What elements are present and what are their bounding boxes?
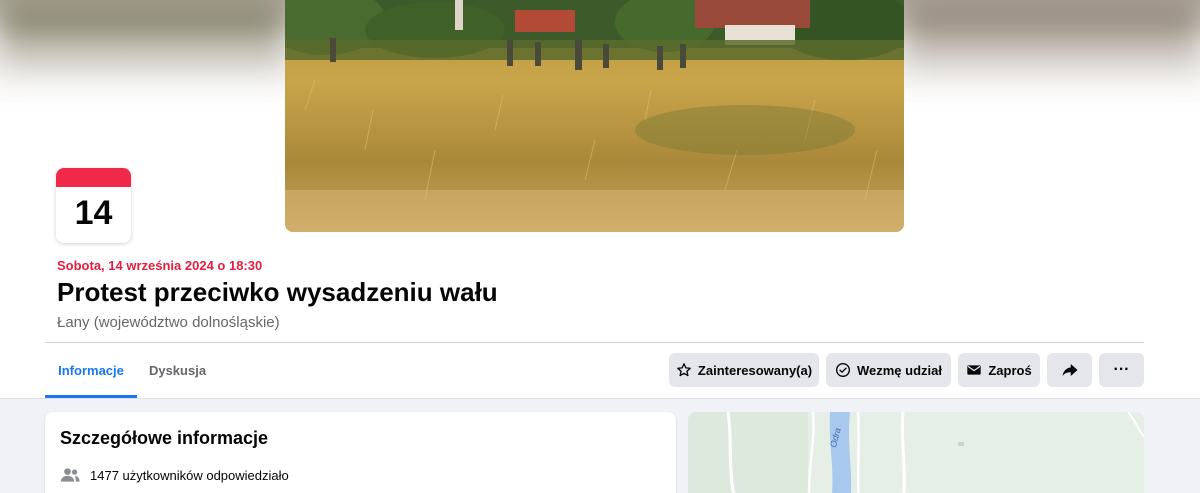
- cover-photo-image: [285, 0, 904, 232]
- details-title: Szczegółowe informacje: [60, 428, 269, 448]
- people-icon: [60, 467, 80, 483]
- tab-informacje-label: Informacje: [58, 363, 124, 378]
- invite-button[interactable]: Zaproś: [958, 353, 1040, 387]
- more-dots-icon: ···: [1113, 361, 1130, 378]
- date-tile-day: 14: [74, 194, 113, 232]
- event-date-tile: 14: [56, 168, 131, 243]
- details-card: Szczegółowe informacje 1477 użytkowników…: [45, 412, 676, 493]
- going-button-label: Wezmę udział: [856, 362, 942, 378]
- event-title: Protest przeciwko wysadzeniu wału: [57, 277, 498, 307]
- date-tile-header: [56, 168, 131, 187]
- responded-row: 1477 użytkowników odpowiedziało: [60, 467, 289, 483]
- map-preview[interactable]: [688, 412, 1144, 493]
- event-date-time: Sobota, 14 września 2024 o 18:30: [57, 258, 263, 273]
- cover-photo[interactable]: [285, 0, 904, 232]
- interested-button[interactable]: Zainteresowany(a): [669, 353, 819, 387]
- star-icon: [676, 362, 692, 378]
- tab-dyskusja-label: Dyskusja: [148, 363, 207, 378]
- interested-button-label: Zainteresowany(a): [697, 362, 813, 378]
- invite-button-label: Zaproś: [988, 362, 1032, 378]
- more-options-button[interactable]: ···: [1099, 353, 1144, 387]
- event-location[interactable]: Łany (województwo dolnośląskie): [57, 314, 280, 331]
- cover-blur-left: [0, 0, 285, 80]
- tab-dyskusja[interactable]: Dyskusja: [140, 343, 215, 398]
- map-image: [688, 412, 1144, 493]
- cover-blur-right: [904, 0, 1200, 80]
- check-circle-icon: [835, 362, 851, 378]
- tab-informacje[interactable]: Informacje: [45, 343, 137, 398]
- share-button[interactable]: [1047, 353, 1092, 387]
- share-arrow-icon: [1061, 361, 1079, 379]
- envelope-icon: [966, 362, 982, 378]
- going-button[interactable]: Wezmę udział: [826, 353, 951, 387]
- responded-count-text: 1477 użytkowników odpowiedziało: [90, 467, 289, 483]
